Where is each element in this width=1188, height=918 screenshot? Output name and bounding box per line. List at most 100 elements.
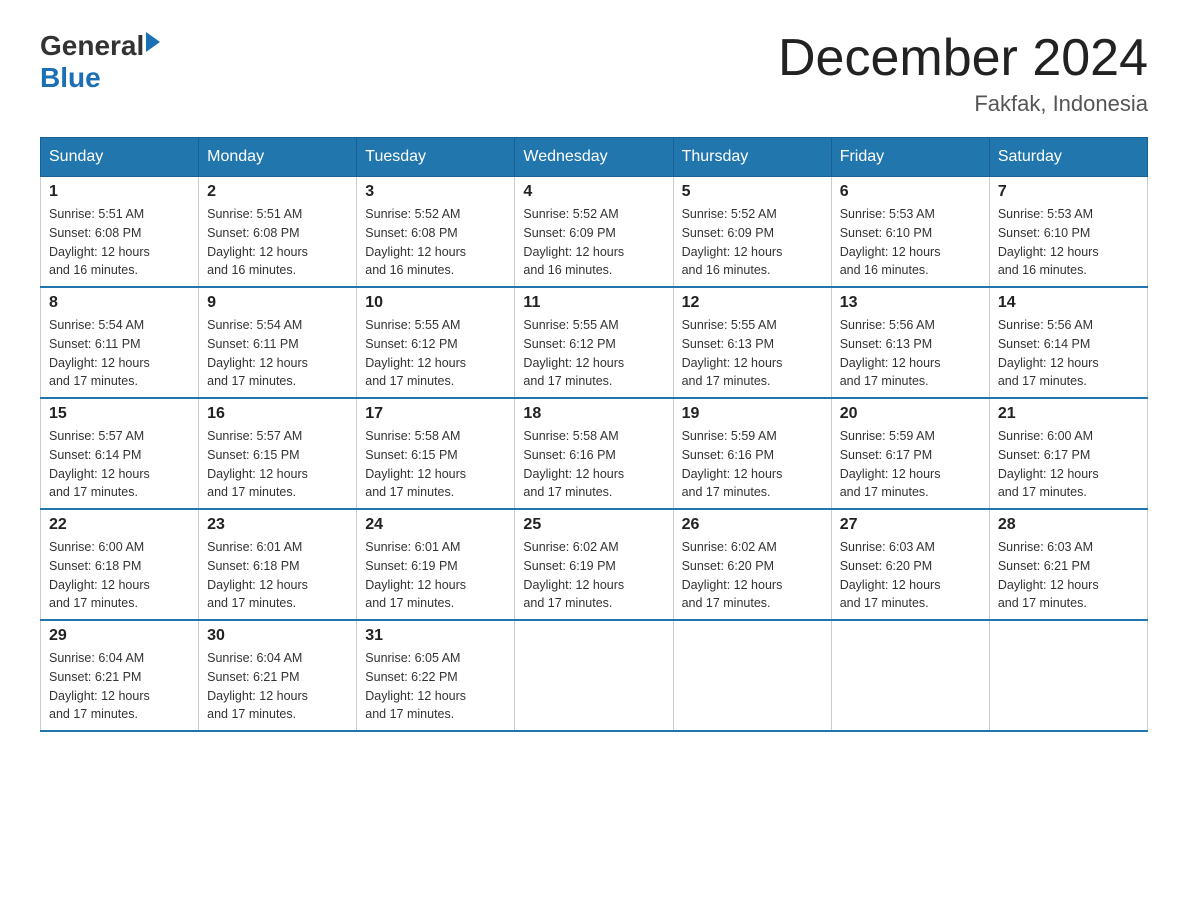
day-info: Sunrise: 5:56 AM Sunset: 6:14 PM Dayligh…	[998, 318, 1099, 388]
day-info: Sunrise: 5:52 AM Sunset: 6:09 PM Dayligh…	[682, 207, 783, 277]
day-number: 28	[998, 516, 1139, 534]
day-info: Sunrise: 6:00 AM Sunset: 6:17 PM Dayligh…	[998, 429, 1099, 499]
day-info: Sunrise: 5:53 AM Sunset: 6:10 PM Dayligh…	[840, 207, 941, 277]
page-header: General Blue December 2024 Fakfak, Indon…	[40, 30, 1148, 117]
day-info: Sunrise: 5:55 AM Sunset: 6:13 PM Dayligh…	[682, 318, 783, 388]
calendar-day-cell	[515, 620, 673, 731]
day-info: Sunrise: 5:58 AM Sunset: 6:16 PM Dayligh…	[523, 429, 624, 499]
weekday-header-thursday: Thursday	[673, 138, 831, 177]
calendar-day-cell: 16 Sunrise: 5:57 AM Sunset: 6:15 PM Dayl…	[199, 398, 357, 509]
day-info: Sunrise: 6:04 AM Sunset: 6:21 PM Dayligh…	[207, 651, 308, 721]
weekday-header-monday: Monday	[199, 138, 357, 177]
logo-arrow-icon	[146, 32, 160, 52]
calendar-day-cell: 31 Sunrise: 6:05 AM Sunset: 6:22 PM Dayl…	[357, 620, 515, 731]
day-info: Sunrise: 5:57 AM Sunset: 6:15 PM Dayligh…	[207, 429, 308, 499]
calendar-day-cell: 7 Sunrise: 5:53 AM Sunset: 6:10 PM Dayli…	[989, 177, 1147, 288]
day-info: Sunrise: 5:51 AM Sunset: 6:08 PM Dayligh…	[49, 207, 150, 277]
day-info: Sunrise: 6:03 AM Sunset: 6:21 PM Dayligh…	[998, 540, 1099, 610]
day-info: Sunrise: 5:55 AM Sunset: 6:12 PM Dayligh…	[365, 318, 466, 388]
logo-blue-text: Blue	[40, 62, 101, 94]
calendar-day-cell: 25 Sunrise: 6:02 AM Sunset: 6:19 PM Dayl…	[515, 509, 673, 620]
day-info: Sunrise: 5:54 AM Sunset: 6:11 PM Dayligh…	[207, 318, 308, 388]
day-number: 4	[523, 183, 664, 201]
day-number: 7	[998, 183, 1139, 201]
day-number: 6	[840, 183, 981, 201]
calendar-day-cell: 28 Sunrise: 6:03 AM Sunset: 6:21 PM Dayl…	[989, 509, 1147, 620]
day-info: Sunrise: 5:59 AM Sunset: 6:16 PM Dayligh…	[682, 429, 783, 499]
calendar-day-cell: 6 Sunrise: 5:53 AM Sunset: 6:10 PM Dayli…	[831, 177, 989, 288]
weekday-header-saturday: Saturday	[989, 138, 1147, 177]
calendar-table: SundayMondayTuesdayWednesdayThursdayFrid…	[40, 137, 1148, 732]
calendar-day-cell: 29 Sunrise: 6:04 AM Sunset: 6:21 PM Dayl…	[41, 620, 199, 731]
day-number: 12	[682, 294, 823, 312]
day-number: 9	[207, 294, 348, 312]
logo: General Blue	[40, 30, 160, 94]
calendar-day-cell: 11 Sunrise: 5:55 AM Sunset: 6:12 PM Dayl…	[515, 287, 673, 398]
calendar-day-cell: 26 Sunrise: 6:02 AM Sunset: 6:20 PM Dayl…	[673, 509, 831, 620]
day-number: 22	[49, 516, 190, 534]
day-info: Sunrise: 5:53 AM Sunset: 6:10 PM Dayligh…	[998, 207, 1099, 277]
day-number: 2	[207, 183, 348, 201]
title-block: December 2024 Fakfak, Indonesia	[778, 30, 1148, 117]
calendar-day-cell: 20 Sunrise: 5:59 AM Sunset: 6:17 PM Dayl…	[831, 398, 989, 509]
calendar-week-row: 15 Sunrise: 5:57 AM Sunset: 6:14 PM Dayl…	[41, 398, 1148, 509]
day-info: Sunrise: 5:51 AM Sunset: 6:08 PM Dayligh…	[207, 207, 308, 277]
day-number: 27	[840, 516, 981, 534]
day-number: 1	[49, 183, 190, 201]
day-number: 19	[682, 405, 823, 423]
day-info: Sunrise: 5:52 AM Sunset: 6:09 PM Dayligh…	[523, 207, 624, 277]
day-number: 21	[998, 405, 1139, 423]
calendar-day-cell	[831, 620, 989, 731]
day-info: Sunrise: 5:59 AM Sunset: 6:17 PM Dayligh…	[840, 429, 941, 499]
logo-general-text: General	[40, 30, 144, 62]
weekday-header-friday: Friday	[831, 138, 989, 177]
calendar-week-row: 1 Sunrise: 5:51 AM Sunset: 6:08 PM Dayli…	[41, 177, 1148, 288]
calendar-day-cell: 5 Sunrise: 5:52 AM Sunset: 6:09 PM Dayli…	[673, 177, 831, 288]
day-number: 15	[49, 405, 190, 423]
calendar-day-cell: 3 Sunrise: 5:52 AM Sunset: 6:08 PM Dayli…	[357, 177, 515, 288]
calendar-week-row: 29 Sunrise: 6:04 AM Sunset: 6:21 PM Dayl…	[41, 620, 1148, 731]
day-info: Sunrise: 6:04 AM Sunset: 6:21 PM Dayligh…	[49, 651, 150, 721]
weekday-header-wednesday: Wednesday	[515, 138, 673, 177]
calendar-day-cell	[673, 620, 831, 731]
day-number: 31	[365, 627, 506, 645]
day-info: Sunrise: 6:01 AM Sunset: 6:18 PM Dayligh…	[207, 540, 308, 610]
calendar-week-row: 8 Sunrise: 5:54 AM Sunset: 6:11 PM Dayli…	[41, 287, 1148, 398]
day-number: 5	[682, 183, 823, 201]
location-label: Fakfak, Indonesia	[778, 91, 1148, 117]
calendar-day-cell: 27 Sunrise: 6:03 AM Sunset: 6:20 PM Dayl…	[831, 509, 989, 620]
calendar-day-cell: 15 Sunrise: 5:57 AM Sunset: 6:14 PM Dayl…	[41, 398, 199, 509]
month-title: December 2024	[778, 30, 1148, 87]
calendar-day-cell	[989, 620, 1147, 731]
calendar-week-row: 22 Sunrise: 6:00 AM Sunset: 6:18 PM Dayl…	[41, 509, 1148, 620]
day-number: 20	[840, 405, 981, 423]
weekday-header-sunday: Sunday	[41, 138, 199, 177]
day-number: 11	[523, 294, 664, 312]
calendar-day-cell: 14 Sunrise: 5:56 AM Sunset: 6:14 PM Dayl…	[989, 287, 1147, 398]
calendar-day-cell: 2 Sunrise: 5:51 AM Sunset: 6:08 PM Dayli…	[199, 177, 357, 288]
day-number: 25	[523, 516, 664, 534]
day-number: 14	[998, 294, 1139, 312]
day-info: Sunrise: 6:00 AM Sunset: 6:18 PM Dayligh…	[49, 540, 150, 610]
day-info: Sunrise: 5:57 AM Sunset: 6:14 PM Dayligh…	[49, 429, 150, 499]
calendar-day-cell: 13 Sunrise: 5:56 AM Sunset: 6:13 PM Dayl…	[831, 287, 989, 398]
day-number: 18	[523, 405, 664, 423]
calendar-day-cell: 10 Sunrise: 5:55 AM Sunset: 6:12 PM Dayl…	[357, 287, 515, 398]
day-number: 13	[840, 294, 981, 312]
day-number: 24	[365, 516, 506, 534]
calendar-day-cell: 30 Sunrise: 6:04 AM Sunset: 6:21 PM Dayl…	[199, 620, 357, 731]
calendar-day-cell: 9 Sunrise: 5:54 AM Sunset: 6:11 PM Dayli…	[199, 287, 357, 398]
day-info: Sunrise: 5:58 AM Sunset: 6:15 PM Dayligh…	[365, 429, 466, 499]
day-number: 17	[365, 405, 506, 423]
calendar-day-cell: 21 Sunrise: 6:00 AM Sunset: 6:17 PM Dayl…	[989, 398, 1147, 509]
calendar-day-cell: 19 Sunrise: 5:59 AM Sunset: 6:16 PM Dayl…	[673, 398, 831, 509]
calendar-day-cell: 4 Sunrise: 5:52 AM Sunset: 6:09 PM Dayli…	[515, 177, 673, 288]
day-number: 3	[365, 183, 506, 201]
day-number: 26	[682, 516, 823, 534]
day-info: Sunrise: 6:05 AM Sunset: 6:22 PM Dayligh…	[365, 651, 466, 721]
day-info: Sunrise: 6:03 AM Sunset: 6:20 PM Dayligh…	[840, 540, 941, 610]
day-info: Sunrise: 5:55 AM Sunset: 6:12 PM Dayligh…	[523, 318, 624, 388]
day-info: Sunrise: 6:02 AM Sunset: 6:19 PM Dayligh…	[523, 540, 624, 610]
day-info: Sunrise: 6:01 AM Sunset: 6:19 PM Dayligh…	[365, 540, 466, 610]
calendar-day-cell: 17 Sunrise: 5:58 AM Sunset: 6:15 PM Dayl…	[357, 398, 515, 509]
